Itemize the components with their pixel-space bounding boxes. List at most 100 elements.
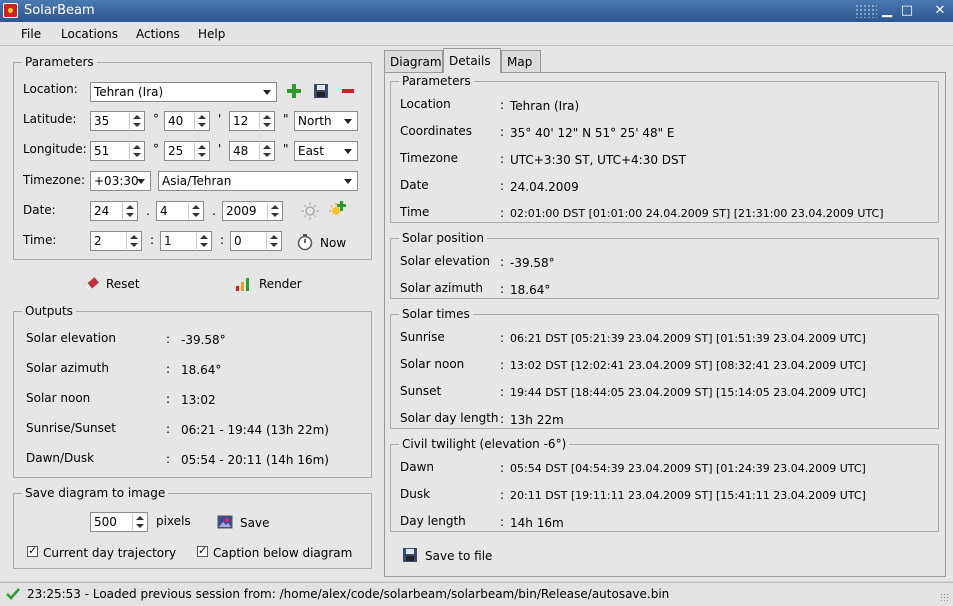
lat-degrees-spin[interactable]: 35 — [90, 111, 145, 131]
lat-direction-select[interactable]: North — [294, 111, 358, 131]
tab-map[interactable]: Map — [501, 50, 541, 72]
lat-seconds-spin[interactable]: 12 — [229, 111, 275, 131]
spin-arrows-icon[interactable] — [266, 233, 280, 249]
sun-add-icon[interactable] — [328, 200, 348, 220]
spin-arrows-icon[interactable] — [194, 113, 208, 129]
spin-arrows-icon[interactable] — [129, 143, 143, 159]
detail-label: Dawn — [400, 460, 435, 474]
lon-direction-value: East — [298, 144, 324, 158]
time-separator: : — [220, 233, 225, 247]
lat-minutes-spin[interactable]: 40 — [164, 111, 210, 131]
spin-arrows-icon[interactable] — [259, 113, 273, 129]
window-title: SolarBeam — [24, 3, 95, 18]
time-second-value: 0 — [234, 234, 242, 248]
colon: : — [166, 422, 171, 436]
detail-label: Coordinates — [400, 124, 473, 138]
lon-direction-select[interactable]: East — [294, 141, 358, 161]
date-label: Date: — [23, 203, 56, 217]
menu-file[interactable]: File — [21, 27, 41, 41]
spin-arrows-icon[interactable] — [188, 203, 202, 219]
colon: : — [166, 362, 171, 376]
add-location-icon[interactable] — [286, 83, 302, 99]
chevron-down-icon — [341, 114, 355, 128]
detail-label: Date — [400, 178, 429, 192]
output-label: Sunrise/Sunset — [26, 421, 116, 435]
save-to-file-button[interactable]: Save to file — [402, 547, 502, 565]
image-size-value: 500 — [94, 515, 117, 529]
lat-direction-value: North — [298, 114, 332, 128]
tz-name-select[interactable]: Asia/Tehran — [158, 171, 358, 191]
output-label: Solar azimuth — [26, 361, 109, 375]
reset-button[interactable]: Reset — [82, 276, 152, 294]
date-year-spin[interactable]: 2009 — [222, 201, 283, 221]
latitude-label: Latitude: — [23, 112, 77, 126]
location-label: Location: — [23, 82, 78, 96]
civil-twilight-group: Civil twilight (elevation -6°) — [390, 437, 939, 532]
time-second-spin[interactable]: 0 — [230, 231, 282, 251]
title-bar: SolarBeam ▁ □ ✕ — [0, 0, 953, 22]
date-month-spin[interactable]: 4 — [156, 201, 204, 221]
render-button[interactable]: Render — [235, 276, 305, 294]
menu-help[interactable]: Help — [198, 27, 225, 41]
date-day-spin[interactable]: 24 — [90, 201, 138, 221]
tab-diagram[interactable]: Diagram — [384, 50, 443, 72]
spin-arrows-icon[interactable] — [267, 203, 281, 219]
caption-checkbox[interactable] — [197, 544, 208, 557]
location-select[interactable]: Tehran (Ira) — [90, 82, 277, 102]
tz-offset-select[interactable]: +03:30 — [90, 171, 151, 191]
spin-arrows-icon[interactable] — [132, 514, 146, 530]
time-hour-spin[interactable]: 2 — [90, 231, 142, 251]
lon-minutes-spin[interactable]: 25 — [164, 141, 210, 161]
date-month-value: 4 — [160, 204, 168, 218]
spin-arrows-icon[interactable] — [259, 143, 273, 159]
maximize-icon[interactable]: □ — [898, 3, 916, 19]
tab-details[interactable]: Details — [443, 48, 501, 73]
trajectory-checkbox[interactable] — [27, 544, 38, 557]
date-year-value: 2009 — [226, 204, 257, 218]
colon: : — [500, 282, 505, 296]
lon-seconds-spin[interactable]: 48 — [229, 141, 275, 161]
spin-arrows-icon[interactable] — [129, 113, 143, 129]
time-label: Time: — [23, 233, 57, 247]
save-image-button[interactable]: Save — [217, 514, 277, 532]
lon-minutes-value: 25 — [168, 144, 184, 158]
detail-value: 35° 40' 12" N 51° 25' 48" E — [510, 126, 675, 140]
chevron-down-icon — [341, 174, 355, 188]
detail-value: -39.58° — [510, 256, 555, 270]
detail-label: Solar elevation — [400, 254, 490, 268]
colon: : — [500, 412, 505, 426]
time-minute-spin[interactable]: 1 — [160, 231, 212, 251]
timezone-label: Timezone: — [23, 173, 86, 187]
spin-arrows-icon[interactable] — [126, 233, 140, 249]
minute-symbol: ' — [218, 112, 222, 126]
save-to-file-label: Save to file — [425, 549, 493, 563]
detail-value: 20:11 DST [19:11:11 23.04.2009 ST] [15:4… — [510, 489, 866, 502]
solar-position-title: Solar position — [399, 231, 487, 245]
detail-label: Solar noon — [400, 357, 465, 371]
colon: : — [500, 488, 505, 502]
spin-arrows-icon[interactable] — [122, 203, 136, 219]
resize-grip-icon[interactable] — [940, 593, 950, 603]
details-parameters-group: Parameters — [390, 74, 939, 223]
lat-seconds-value: 12 — [233, 114, 249, 128]
checkmark-icon — [6, 587, 20, 601]
app-icon — [3, 3, 18, 18]
close-icon[interactable]: ✕ — [931, 3, 949, 19]
detail-value: 18.64° — [510, 283, 551, 297]
sun-icon[interactable] — [300, 201, 320, 221]
stopwatch-icon — [296, 233, 314, 251]
save-location-icon[interactable] — [313, 83, 329, 99]
spin-arrows-icon[interactable] — [196, 233, 210, 249]
remove-location-icon[interactable] — [340, 83, 356, 99]
minimize-icon[interactable]: ▁ — [878, 3, 896, 19]
lon-degrees-spin[interactable]: 51 — [90, 141, 145, 161]
detail-value: 19:44 DST [18:44:05 23.04.2009 ST] [15:1… — [510, 386, 866, 399]
colon: : — [500, 385, 505, 399]
colon: : — [166, 332, 171, 346]
colon: : — [500, 125, 505, 139]
menu-locations[interactable]: Locations — [61, 27, 118, 41]
spin-arrows-icon[interactable] — [194, 143, 208, 159]
menu-actions[interactable]: Actions — [136, 27, 180, 41]
time-hour-value: 2 — [94, 234, 102, 248]
image-size-spin[interactable]: 500 — [90, 512, 148, 532]
